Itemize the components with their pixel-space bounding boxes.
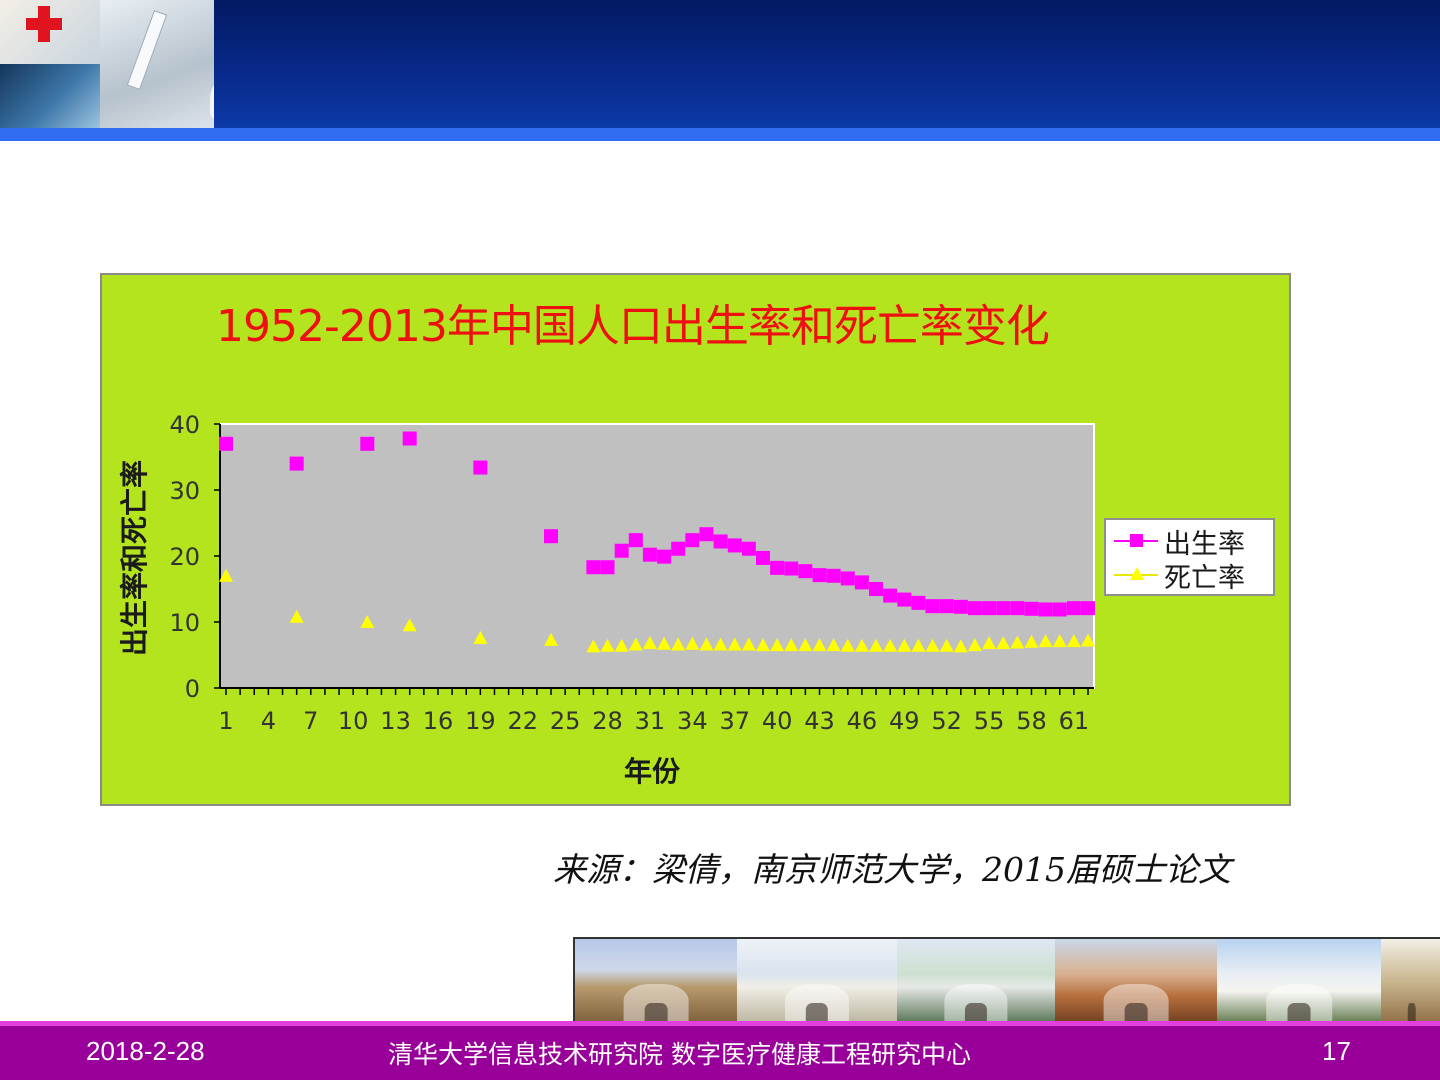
birth-rate-point bbox=[727, 538, 742, 553]
building-photo-2 bbox=[737, 939, 897, 1026]
x-tick-label: 49 bbox=[889, 707, 920, 735]
building-photo-1 bbox=[575, 939, 737, 1026]
building-photo-4 bbox=[1055, 939, 1217, 1026]
x-tick-label: 31 bbox=[635, 707, 666, 735]
campus-building-photos bbox=[573, 937, 1440, 1026]
x-tick-label: 52 bbox=[931, 707, 962, 735]
building-photo-3 bbox=[897, 939, 1055, 1026]
birth-rate-point bbox=[911, 595, 926, 610]
legend-item-birth-rate: 出生率 bbox=[1114, 526, 1245, 560]
birth-rate-point bbox=[1010, 601, 1025, 616]
birth-rate-point bbox=[826, 568, 841, 583]
birth-rate-point bbox=[544, 529, 559, 544]
footer-organization: 清华大学信息技术研究院 数字医疗健康工程研究中心 bbox=[388, 1040, 971, 1069]
x-tick-label: 40 bbox=[762, 707, 793, 735]
x-tick-label: 19 bbox=[465, 707, 496, 735]
birth-rate-point bbox=[1081, 601, 1095, 616]
birth-rate-point bbox=[699, 527, 714, 542]
birth-rate-point bbox=[869, 582, 884, 596]
x-tick-label: 28 bbox=[592, 707, 623, 735]
legend-triangle-marker bbox=[1130, 567, 1144, 580]
birth-rate-point bbox=[854, 575, 869, 590]
birth-rate-point bbox=[953, 599, 968, 614]
birth-rate-point bbox=[840, 571, 855, 586]
chart-legend: 出生率 死亡率 bbox=[1104, 518, 1275, 596]
x-axis-title: 年份 bbox=[624, 755, 680, 788]
x-tick-label: 43 bbox=[804, 707, 835, 735]
x-tick-label: 1 bbox=[218, 707, 233, 735]
birth-rate-point bbox=[713, 534, 728, 549]
birth-rate-point bbox=[812, 568, 827, 583]
page-number: 17 bbox=[1322, 1036, 1351, 1066]
x-tick-label: 46 bbox=[847, 707, 878, 735]
x-tick-label: 37 bbox=[719, 707, 750, 735]
slide: 1952-2013年中国人口出生率和死亡率变化 0 10 20 30 40 1 4 7 10 13… bbox=[0, 0, 1440, 1080]
legend-item-death-rate: 死亡率 bbox=[1114, 560, 1245, 594]
birth-rate-point bbox=[770, 560, 785, 575]
birth-rate-point bbox=[996, 601, 1011, 616]
x-tick-label: 10 bbox=[338, 707, 369, 735]
x-tick-label: 16 bbox=[423, 707, 454, 735]
birth-rate-point bbox=[1038, 602, 1053, 617]
y-tick-label: 0 bbox=[185, 675, 200, 703]
x-tick-label: 25 bbox=[550, 707, 581, 735]
x-tick-label: 34 bbox=[677, 707, 708, 735]
birth-rate-point bbox=[883, 588, 898, 603]
y-tick-label: 30 bbox=[169, 477, 200, 505]
birth-rate-point bbox=[1066, 601, 1081, 616]
birth-rate-point bbox=[289, 456, 304, 471]
birth-rate-point bbox=[1024, 601, 1039, 616]
birth-rate-point bbox=[755, 550, 770, 565]
building-photo-5 bbox=[1217, 939, 1381, 1026]
legend-square-marker bbox=[1130, 534, 1143, 547]
birth-rate-point bbox=[586, 560, 601, 575]
y-tick-label: 40 bbox=[169, 411, 200, 439]
legend-line-birth bbox=[1114, 534, 1158, 547]
legend-line-death bbox=[1114, 567, 1158, 580]
birth-rate-point bbox=[219, 436, 233, 451]
birth-rate-point bbox=[967, 601, 982, 616]
x-tick-label: 4 bbox=[261, 707, 276, 735]
x-tick-label: 13 bbox=[380, 707, 411, 735]
footer-date: 2018-2-28 bbox=[86, 1036, 205, 1066]
birth-rate-point bbox=[1052, 602, 1067, 617]
birth-rate-point bbox=[897, 592, 912, 607]
birth-rate-point bbox=[671, 541, 686, 556]
birth-rate-point bbox=[685, 533, 700, 548]
birth-rate-point bbox=[614, 543, 629, 558]
x-tick-label: 7 bbox=[303, 707, 318, 735]
legend-label-death-rate: 死亡率 bbox=[1164, 562, 1245, 594]
x-tick-label: 58 bbox=[1016, 707, 1047, 735]
birth-rate-point bbox=[642, 547, 657, 562]
source-citation: 来源：梁倩，南京师范大学，2015届硕士论文 bbox=[553, 850, 1231, 889]
birth-rate-point bbox=[473, 460, 488, 475]
birth-rate-point bbox=[798, 564, 813, 579]
y-axis-title: 出生率和死亡率 bbox=[118, 460, 151, 656]
x-tick-label: 22 bbox=[507, 707, 538, 735]
birth-rate-point bbox=[600, 560, 615, 575]
birth-rate-point bbox=[360, 436, 375, 451]
x-tick-label: 61 bbox=[1059, 707, 1090, 735]
birth-rate-point bbox=[784, 561, 799, 576]
y-tick-label: 20 bbox=[169, 543, 200, 571]
building-photo-6 bbox=[1381, 939, 1440, 1026]
birth-rate-point bbox=[925, 599, 940, 614]
birth-rate-point bbox=[741, 541, 756, 556]
birth-rate-point bbox=[628, 533, 643, 548]
birth-rate-point bbox=[939, 599, 954, 614]
birth-rate-point bbox=[657, 549, 672, 564]
birth-rate-point bbox=[402, 431, 417, 446]
y-tick-label: 10 bbox=[169, 609, 200, 637]
x-tick-label: 55 bbox=[974, 707, 1005, 735]
birth-rate-point bbox=[982, 601, 997, 616]
